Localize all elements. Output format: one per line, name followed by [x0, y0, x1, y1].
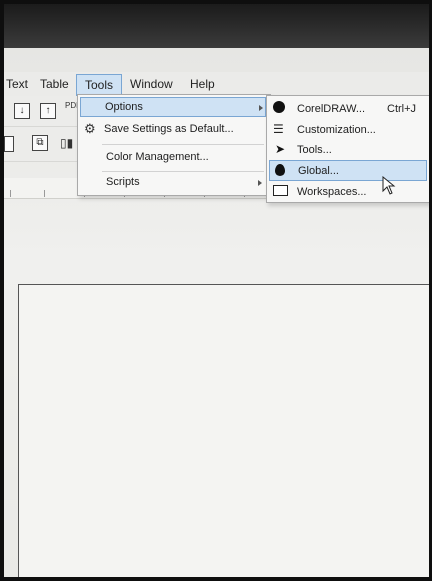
gear-icon: ⚙	[84, 121, 96, 136]
submenu-option-coreldraw[interactable]: CorelDRAW... Ctrl+J	[267, 99, 429, 119]
tools-menu: Options ⚙ Save Settings as Default... Co…	[77, 94, 271, 196]
export-icon[interactable]: ↑	[40, 103, 56, 119]
customization-icon: ☰	[273, 122, 284, 136]
submenu-option-tools[interactable]: ➤ Tools...	[267, 140, 429, 160]
menu-option-scripts[interactable]: Scripts	[78, 173, 268, 193]
app-window: Text Table Tools Window Help ↓ ↑ PDF ⧉ ▯…	[4, 48, 429, 577]
menu-tools[interactable]: Tools	[76, 74, 123, 96]
menu-option-options[interactable]: Options	[80, 97, 266, 117]
menu-option-save-settings[interactable]: ⚙ Save Settings as Default...	[78, 119, 268, 141]
align-icon[interactable]: ▯▮	[60, 136, 73, 150]
menu-table[interactable]: Table	[40, 77, 69, 91]
submenu-option-workspaces[interactable]: Workspaces...	[267, 182, 429, 202]
balloon-icon	[275, 164, 285, 176]
menu-window[interactable]: Window	[130, 77, 173, 91]
coreldraw-icon	[273, 101, 285, 113]
monitor-bezel	[4, 4, 429, 48]
menu-option-color-management[interactable]: Color Management...	[78, 147, 268, 169]
submenu-option-global[interactable]: Global...	[269, 160, 427, 181]
document-page[interactable]	[18, 284, 429, 577]
monitor-icon	[273, 185, 288, 196]
group-icon[interactable]: ⧉	[32, 135, 48, 151]
submenu-option-customization[interactable]: ☰ Customization...	[267, 120, 429, 140]
page-icon[interactable]	[4, 136, 14, 152]
menu-help[interactable]: Help	[190, 77, 215, 91]
cursor-icon	[382, 176, 396, 195]
import-icon[interactable]: ↓	[14, 103, 30, 119]
pointer-icon: ➤	[275, 142, 286, 156]
options-submenu: CorelDRAW... Ctrl+J ☰ Customization... ➤…	[266, 95, 429, 203]
menu-text[interactable]: Text	[6, 77, 28, 91]
